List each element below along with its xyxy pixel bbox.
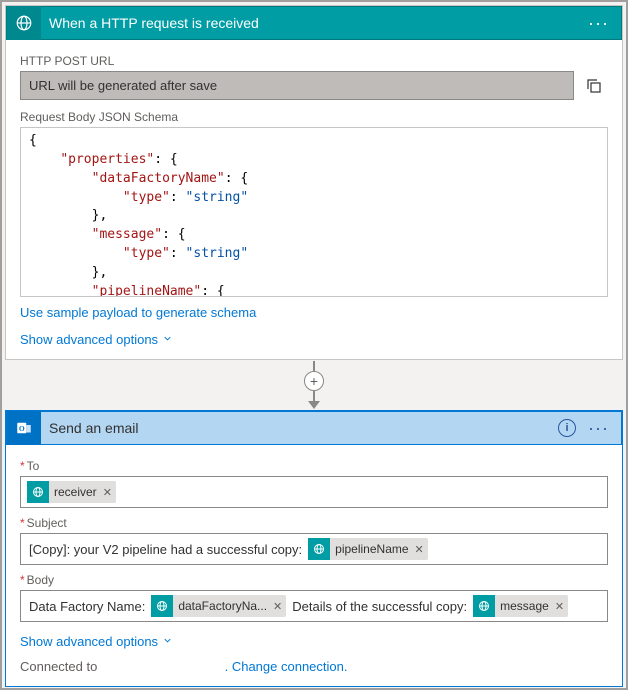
chevron-down-icon bbox=[162, 635, 173, 646]
send-email-card: O Send an email i ··· To receiver ✕ Subj… bbox=[5, 410, 623, 687]
token-pipeline-name[interactable]: pipelineName ✕ bbox=[308, 538, 428, 560]
http-trigger-card: When a HTTP request is received ··· HTTP… bbox=[5, 5, 623, 360]
schema-textarea[interactable]: { "properties": { "dataFactoryName": { "… bbox=[20, 127, 608, 297]
schema-label: Request Body JSON Schema bbox=[20, 110, 608, 124]
to-label: To bbox=[20, 459, 608, 473]
http-trigger-title: When a HTTP request is received bbox=[49, 15, 584, 31]
body-field[interactable]: Data Factory Name: dataFactoryNa... ✕ De… bbox=[20, 590, 608, 622]
connection-row: Connected to . Change connection. bbox=[20, 659, 608, 674]
email-advanced-toggle[interactable]: Show advanced options bbox=[20, 634, 173, 649]
token-icon bbox=[151, 595, 173, 617]
token-remove[interactable]: ✕ bbox=[103, 486, 112, 499]
chevron-down-icon bbox=[162, 333, 173, 344]
svg-text:O: O bbox=[19, 424, 25, 433]
http-advanced-toggle[interactable]: Show advanced options bbox=[20, 332, 173, 347]
token-data-factory-name[interactable]: dataFactoryNa... ✕ bbox=[151, 595, 286, 617]
add-step-button[interactable]: + bbox=[304, 371, 324, 391]
token-icon bbox=[473, 595, 495, 617]
token-remove[interactable]: ✕ bbox=[415, 543, 424, 556]
http-trigger-menu[interactable]: ··· bbox=[584, 13, 613, 34]
http-post-url-field: URL will be generated after save bbox=[20, 71, 574, 100]
arrow-down-icon bbox=[308, 401, 320, 409]
token-message[interactable]: message ✕ bbox=[473, 595, 568, 617]
send-email-menu[interactable]: ··· bbox=[584, 418, 613, 439]
token-icon bbox=[27, 481, 49, 503]
copy-url-button[interactable] bbox=[580, 71, 608, 100]
send-email-title: Send an email bbox=[49, 420, 558, 436]
send-email-header[interactable]: O Send an email i ··· bbox=[6, 411, 622, 445]
body-label: Body bbox=[20, 573, 608, 587]
subject-field[interactable]: [Copy]: your V2 pipeline had a successfu… bbox=[20, 533, 608, 565]
token-remove[interactable]: ✕ bbox=[555, 600, 564, 613]
to-field[interactable]: receiver ✕ bbox=[20, 476, 608, 508]
subject-label: Subject bbox=[20, 516, 608, 530]
http-trigger-header[interactable]: When a HTTP request is received ··· bbox=[6, 6, 622, 40]
token-remove[interactable]: ✕ bbox=[273, 600, 282, 613]
http-icon bbox=[7, 6, 41, 40]
info-icon[interactable]: i bbox=[558, 419, 576, 437]
sample-payload-link[interactable]: Use sample payload to generate schema bbox=[20, 305, 256, 320]
url-label: HTTP POST URL bbox=[20, 54, 608, 68]
outlook-icon: O bbox=[7, 411, 41, 445]
flow-connector: + bbox=[2, 361, 626, 409]
change-connection-link[interactable]: Change connection. bbox=[232, 659, 348, 674]
copy-icon bbox=[585, 77, 603, 95]
token-icon bbox=[308, 538, 330, 560]
token-receiver[interactable]: receiver ✕ bbox=[27, 481, 116, 503]
